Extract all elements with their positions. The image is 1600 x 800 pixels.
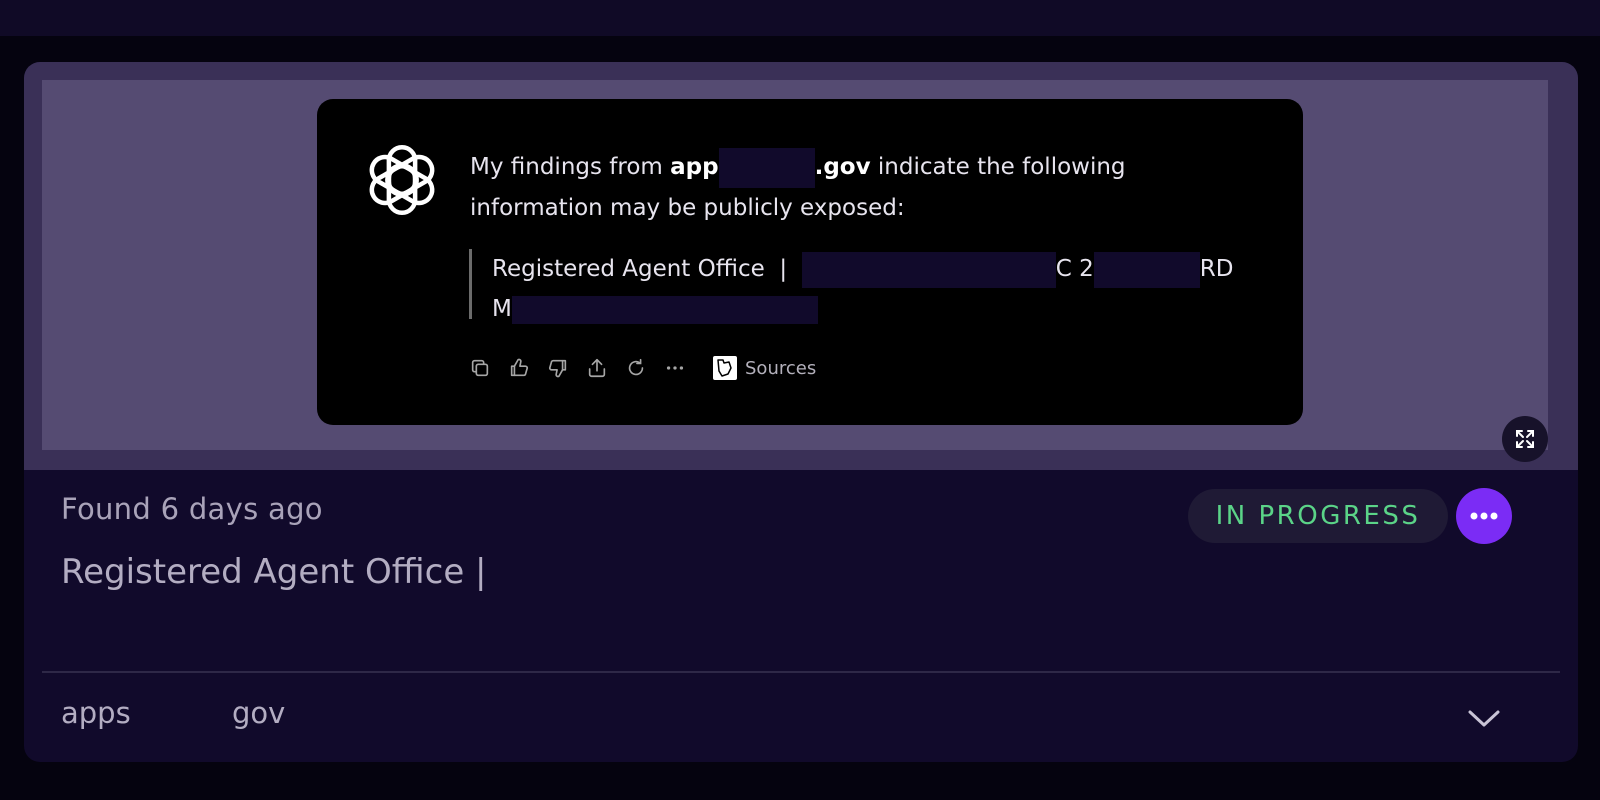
quote-fragment: M [492,296,512,322]
tag-item: apps [61,696,131,730]
message-actions: Sources [469,353,816,383]
thumbs-down-icon[interactable] [547,357,569,379]
found-timestamp: Found 6 days ago [61,492,323,526]
redaction-block [801,251,1056,288]
sources-button[interactable]: Sources [713,356,816,380]
more-horizontal-icon[interactable] [664,357,686,379]
regenerate-icon[interactable] [625,357,647,379]
preview-area[interactable]: My findings from app .gov indicate the fo… [42,80,1548,462]
quote-fragment: RD [1199,256,1234,282]
message-domain-start: app [670,154,719,180]
thumbs-up-icon[interactable] [508,357,530,379]
preview-band: My findings from app .gov indicate the fo… [24,62,1578,470]
finding-title: Registered Agent Office | [61,552,487,592]
status-badge: IN PROGRESS [1188,489,1448,543]
quote-label: Registered Agent Office [492,256,765,282]
message-domain-end: .gov [814,154,871,180]
redaction-block [718,147,815,188]
sources-label: Sources [745,357,817,379]
redaction-block [511,295,818,324]
divider [42,671,1560,673]
top-bar [0,0,1600,36]
quote-line-2: M [492,289,1259,329]
redaction-block [1093,251,1200,288]
quote-fragment: C 2 [1055,256,1094,282]
more-icon [1470,512,1498,520]
message-lead: My findings from [470,154,671,180]
source-favicon-icon [713,356,737,380]
openai-logo-icon [369,144,435,216]
more-options-button[interactable] [1456,488,1512,544]
expand-icon [1516,430,1534,448]
copy-icon[interactable] [469,357,491,379]
finding-card: My findings from app .gov indicate the fo… [24,62,1578,762]
chat-message: My findings from app .gov indicate the fo… [470,147,1230,228]
tag-item: gov [232,696,286,730]
quote-separator: | [779,256,788,282]
expand-button[interactable] [1502,416,1548,462]
share-icon[interactable] [586,357,608,379]
quote-block: Registered Agent Office | C 2 RD M [469,249,1259,324]
chevron-down-icon[interactable] [1464,698,1504,738]
quote-line-1: Registered Agent Office | C 2 RD [492,249,1259,289]
chat-screenshot: My findings from app .gov indicate the fo… [317,99,1303,425]
